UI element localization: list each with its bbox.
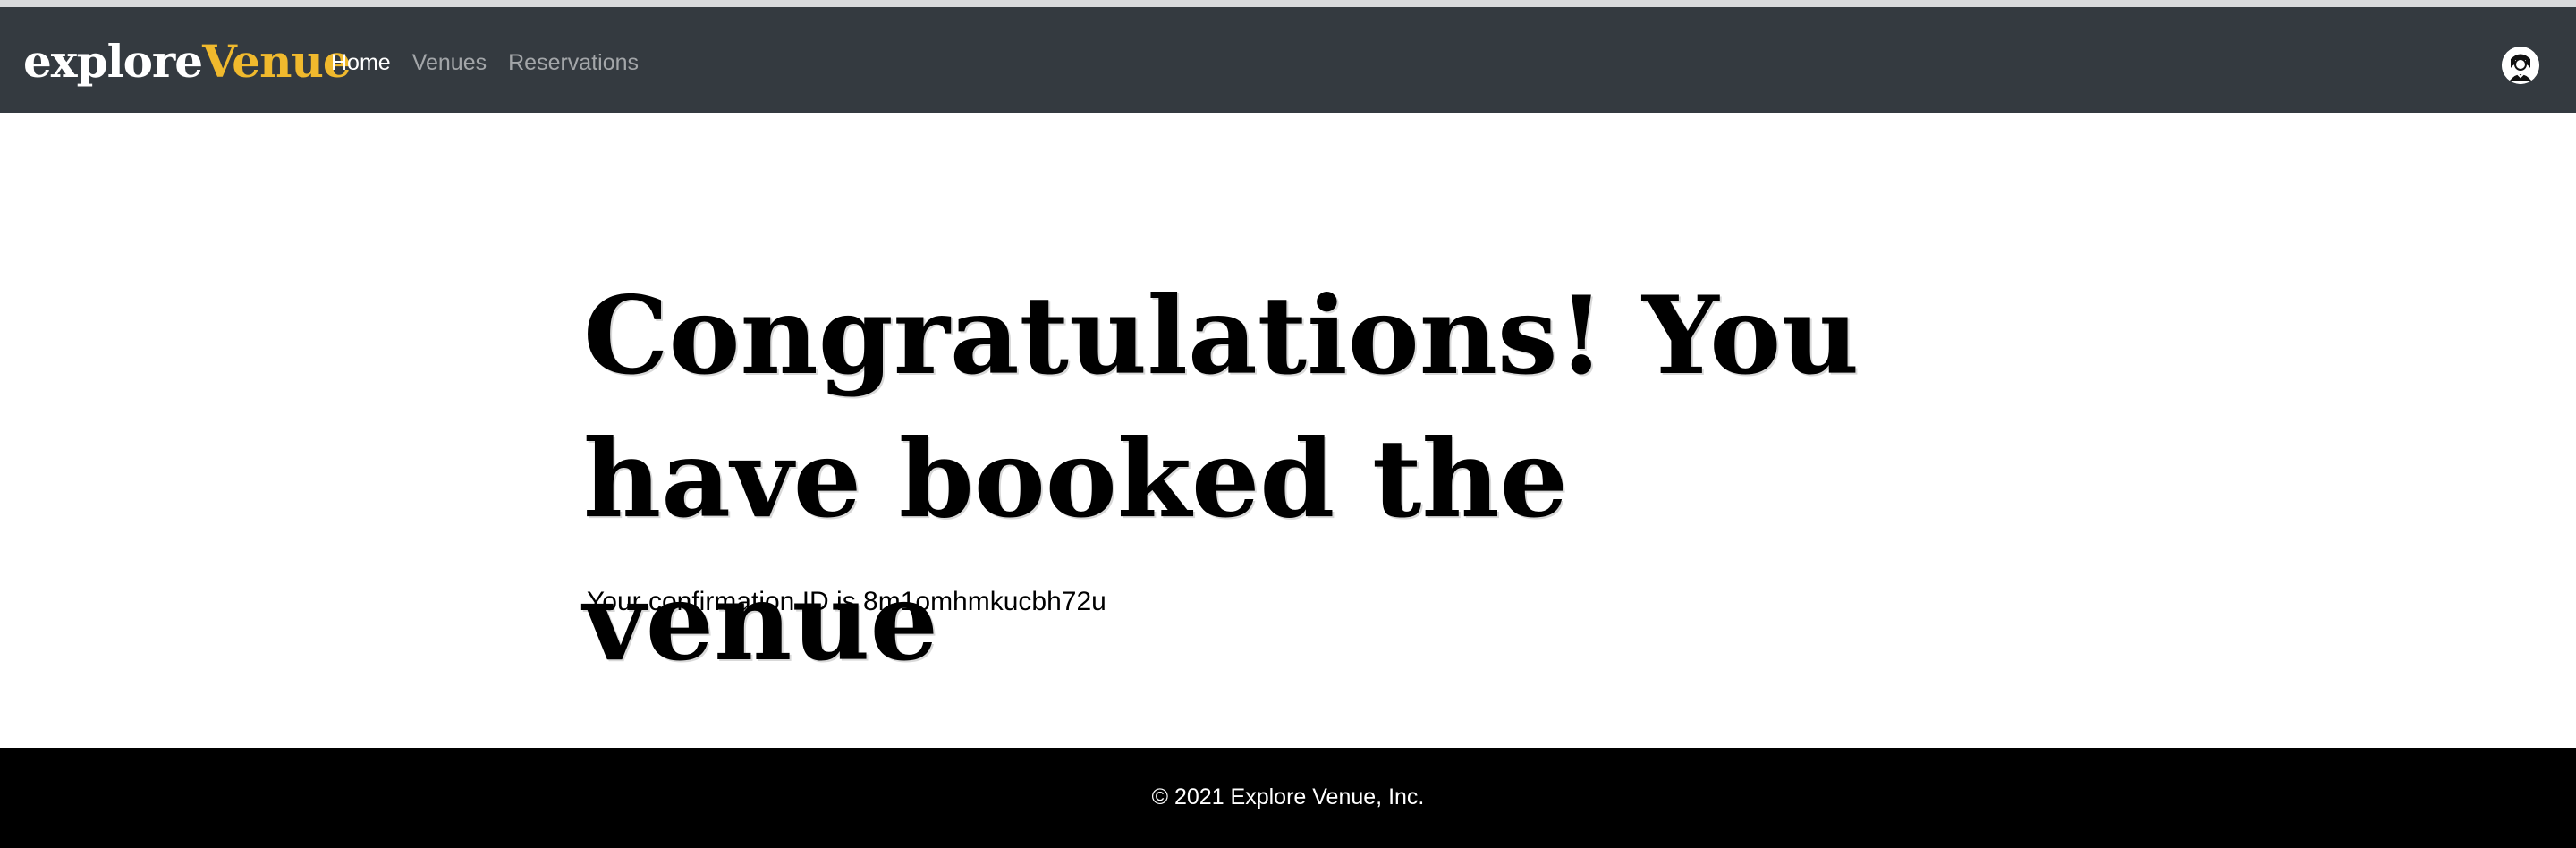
window-top-strip — [0, 0, 2576, 7]
confirmation-id-text: Your confirmation ID is 8m1omhmkucbh72u — [587, 587, 1106, 616]
confirmation-heading: Congratulations! You have booked the ven… — [583, 273, 1860, 685]
user-avatar-glyph — [2502, 47, 2539, 84]
nav-link-venues[interactable]: Venues — [412, 45, 487, 81]
footer-copyright: © 2021 Explore Venue, Inc. — [1151, 784, 1425, 810]
top-navbar: exploreVenue Home Venues Reservations — [0, 7, 2576, 113]
user-avatar-icon[interactable] — [2502, 47, 2539, 84]
brand-logo-part-venue: Venue — [202, 35, 352, 88]
nav-link-reservations[interactable]: Reservations — [508, 45, 639, 81]
page-footer: © 2021 Explore Venue, Inc. — [0, 748, 2576, 848]
main-content: Congratulations! You have booked the ven… — [0, 113, 2576, 748]
brand-logo-part-explore: explore — [23, 35, 203, 88]
nav-link-home[interactable]: Home — [331, 45, 391, 81]
main-nav: Home Venues Reservations — [331, 45, 639, 81]
brand-logo[interactable]: exploreVenue — [23, 30, 352, 93]
